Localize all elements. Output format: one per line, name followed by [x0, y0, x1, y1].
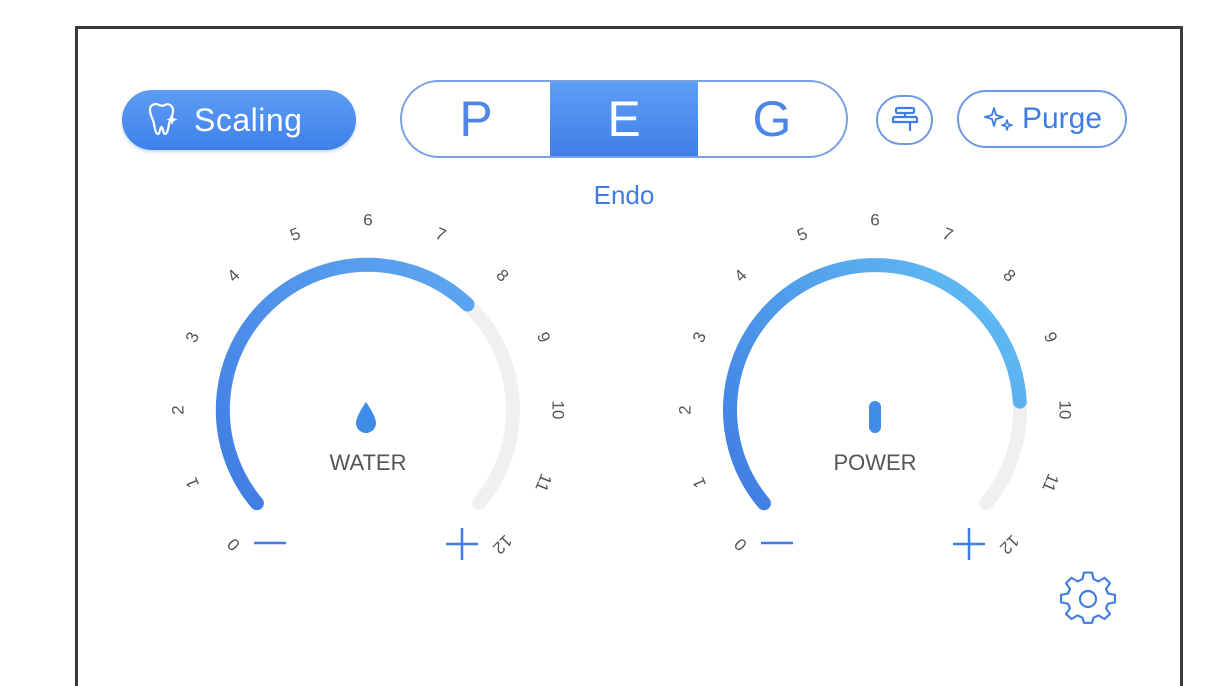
- power-label: POWER: [833, 450, 917, 475]
- mode-g-button[interactable]: G: [698, 82, 846, 156]
- water-scale-tick-4: 4: [224, 266, 244, 286]
- power-bar-icon: [869, 401, 881, 433]
- water-dial-gauge[interactable]: 0123456789101112: [158, 210, 578, 610]
- water-scale-tick-9: 9: [533, 329, 554, 345]
- water-increase-button[interactable]: [442, 524, 482, 564]
- water-scale-tick-7: 7: [433, 224, 449, 245]
- gear-icon: [1059, 571, 1117, 624]
- power-decrease-button[interactable]: [757, 528, 797, 558]
- water-supply-button[interactable]: [876, 95, 933, 145]
- water-scale-tick-8: 8: [492, 266, 512, 286]
- purge-button[interactable]: Purge: [957, 90, 1127, 148]
- water-scale-tick-2: 2: [169, 405, 188, 414]
- power-scale-tick-5: 5: [794, 224, 810, 245]
- tooth-sparkle-icon: [148, 102, 178, 136]
- water-scale-tick-12: 12: [489, 531, 516, 558]
- water-scale-tick-3: 3: [182, 329, 203, 345]
- scaling-button[interactable]: Scaling: [122, 90, 356, 150]
- power-scale-tick-0: 0: [731, 534, 751, 554]
- power-scale-tick-7: 7: [940, 224, 956, 245]
- water-drop-icon: [356, 402, 376, 433]
- water-label: WATER: [329, 450, 407, 475]
- purge-label: Purge: [1021, 102, 1103, 135]
- power-scale-tick-1: 1: [689, 475, 710, 491]
- power-scale-tick-9: 9: [1040, 329, 1061, 345]
- water-decrease-button[interactable]: [250, 528, 290, 558]
- faucet-icon: [891, 106, 918, 131]
- power-scale-tick-4: 4: [731, 266, 751, 286]
- power-scale-tick-12: 12: [996, 531, 1023, 558]
- sparkle-icon: [984, 107, 1013, 131]
- water-scale-tick-1: 1: [182, 475, 203, 491]
- power-scale-tick-2: 2: [676, 405, 695, 414]
- active-mode-name: Endo: [593, 180, 655, 210]
- settings-button[interactable]: [1059, 570, 1117, 630]
- water-scale-tick-10: 10: [549, 401, 568, 420]
- water-scale-tick-0: 0: [224, 534, 244, 554]
- power-scale-tick-3: 3: [689, 329, 710, 345]
- power-scale-tick-10: 10: [1056, 401, 1075, 420]
- water-dial[interactable]: 0 1 2 3 4 5 6 7 8 9 10 11 12 WATER: [158, 210, 578, 610]
- water-scale-tick-6: 6: [363, 211, 372, 230]
- mode-selector: P E G: [400, 80, 848, 158]
- scaling-label: Scaling: [194, 101, 303, 138]
- mode-p-button[interactable]: P: [402, 82, 550, 156]
- power-scale-tick-6: 6: [870, 211, 879, 230]
- power-scale-tick-8: 8: [999, 266, 1019, 286]
- power-increase-button[interactable]: [949, 524, 989, 564]
- power-dial-gauge[interactable]: 0123456789101112: [665, 210, 1085, 610]
- water-scale-tick-5: 5: [287, 224, 303, 245]
- power-dial[interactable]: 0 1 2 3 4 5 6 7 8 9 10 11 12 POWER: [665, 210, 1085, 610]
- mode-e-button[interactable]: E: [550, 82, 698, 156]
